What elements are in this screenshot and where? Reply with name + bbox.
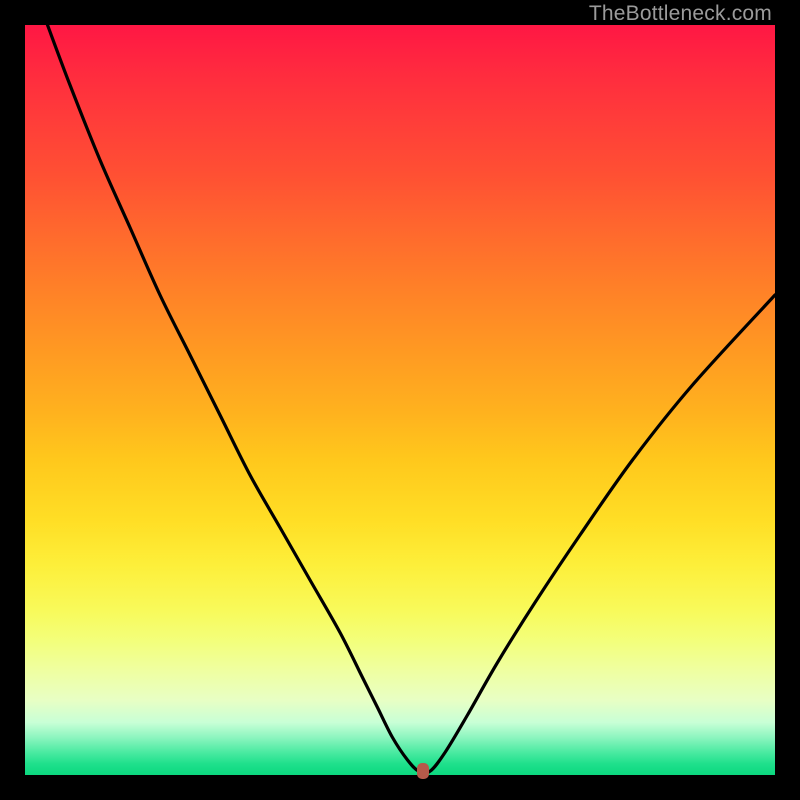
optimum-marker xyxy=(417,763,429,779)
bottleneck-curve xyxy=(48,25,776,773)
watermark-text: TheBottleneck.com xyxy=(589,2,772,26)
curve-svg xyxy=(25,25,775,775)
chart-plot-area xyxy=(25,25,775,775)
chart-frame: TheBottleneck.com xyxy=(0,0,800,800)
